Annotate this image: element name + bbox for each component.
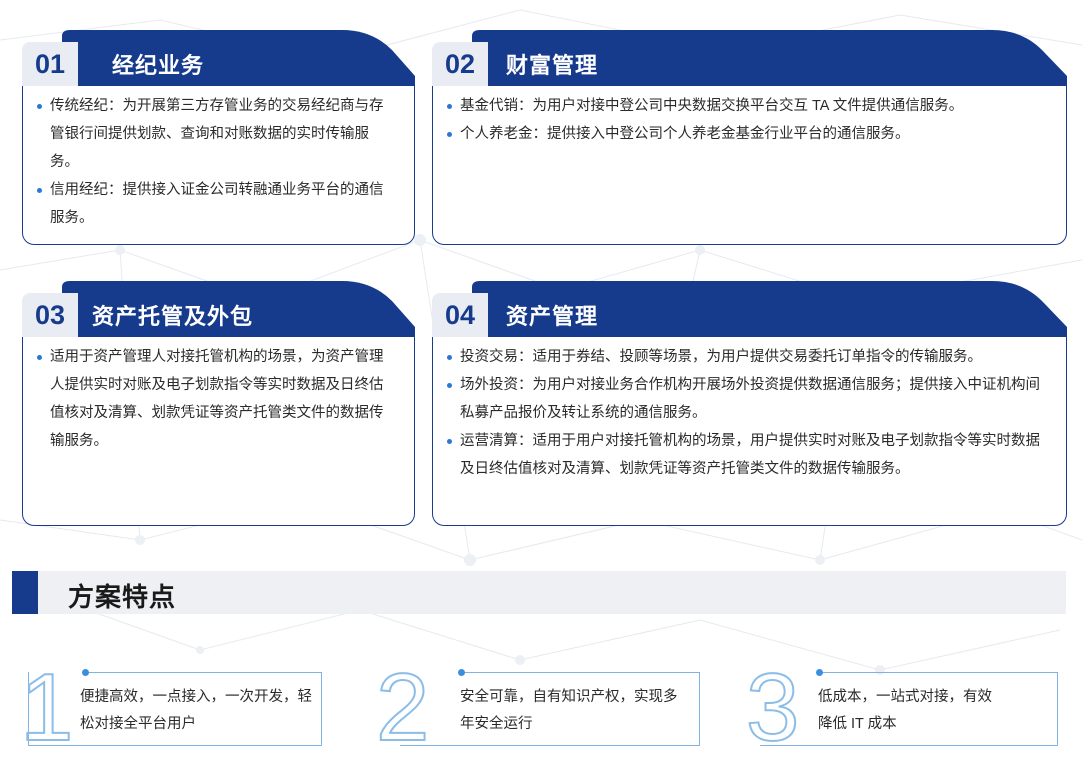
card-number: 02 xyxy=(432,42,488,86)
card-asset-custody: 03 资产托管及外包 适用于资产管理人对接托管机构的场景，为资产管理人提供实时对… xyxy=(22,281,415,526)
section-accent-bar xyxy=(12,571,38,614)
list-item: 个人养老金：提供接入中登公司个人养老金基金行业平台的通信服务。 xyxy=(446,120,1049,148)
card-number: 01 xyxy=(22,42,78,86)
feature-text: 便捷高效，一点接入，一次开发，轻松对接全平台用户 xyxy=(80,689,312,732)
card-item-list: 适用于资产管理人对接托管机构的场景，为资产管理人提供实时对账及电子划款指令等实时… xyxy=(36,343,397,455)
list-item: 传统经纪：为开展第三方存管业务的交易经纪商与存管银行间提供划款、查询和对账数据的… xyxy=(36,92,397,176)
card-item-list: 传统经纪：为开展第三方存管业务的交易经纪商与存管银行间提供划款、查询和对账数据的… xyxy=(36,92,397,232)
card-header: 01 经纪业务 xyxy=(22,30,415,86)
card-wealth-management: 02 财富管理 基金代销：为用户对接中登公司中央数据交换平台交互 TA 文件提供… xyxy=(432,30,1067,245)
list-item: 信用经纪：提供接入证金公司转融通业务平台的通信服务。 xyxy=(36,176,397,232)
card-header: 02 财富管理 xyxy=(432,30,1067,86)
card-number: 03 xyxy=(22,293,78,337)
section-header: 方案特点 xyxy=(12,571,1066,614)
card-asset-management: 04 资产管理 投资交易：适用于券结、投顾等场景，为用户提供交易委托订单指令的传… xyxy=(432,281,1067,526)
feature-text: 安全可靠，自有知识产权，实现多年安全运行 xyxy=(460,689,678,732)
feature-dot xyxy=(816,669,823,676)
card-item-list: 投资交易：适用于券结、投顾等场景，为用户提供交易委托订单指令的传输服务。 场外投… xyxy=(446,343,1049,483)
feature-top-line xyxy=(84,672,322,673)
card-item-list: 基金代销：为用户对接中登公司中央数据交换平台交互 TA 文件提供通信服务。 个人… xyxy=(446,92,1049,148)
card-title: 资产托管及外包 xyxy=(92,304,254,329)
feature-dot xyxy=(82,669,89,676)
card-header: 03 资产托管及外包 xyxy=(22,281,415,337)
feature-number: 1 xyxy=(19,654,74,761)
feature-item: 1 便捷高效，一点接入，一次开发，轻松对接全平台用户 xyxy=(19,659,322,757)
feature-number: 3 xyxy=(745,654,800,761)
feature-top-line xyxy=(818,672,1058,673)
feature-number: 2 xyxy=(375,654,430,761)
feature-item: 3 低成本，一站式对接，有效降低 IT 成本 xyxy=(745,659,1058,757)
card-header: 04 资产管理 xyxy=(432,281,1067,337)
card-brokerage: 01 经纪业务 传统经纪：为开展第三方存管业务的交易经纪商与存管银行间提供划款、… xyxy=(22,30,415,245)
feature-text: 低成本，一站式对接，有效降低 IT 成本 xyxy=(818,689,992,732)
section-title: 方案特点 xyxy=(68,582,177,612)
list-item: 场外投资：为用户对接业务合作机构开展场外投资提供数据通信服务；提供接入中证机构间… xyxy=(446,371,1049,427)
feature-dot xyxy=(458,669,465,676)
list-item: 适用于资产管理人对接托管机构的场景，为资产管理人提供实时对账及电子划款指令等实时… xyxy=(36,343,397,455)
feature-top-line xyxy=(460,672,700,673)
card-title: 经纪业务 xyxy=(112,53,205,78)
list-item: 投资交易：适用于券结、投顾等场景，为用户提供交易委托订单指令的传输服务。 xyxy=(446,343,1049,371)
card-number: 04 xyxy=(432,293,488,337)
card-title: 资产管理 xyxy=(506,304,599,329)
card-title: 财富管理 xyxy=(506,53,599,78)
card-header-shape xyxy=(62,30,415,86)
list-item: 基金代销：为用户对接中登公司中央数据交换平台交互 TA 文件提供通信服务。 xyxy=(446,92,1049,120)
list-item: 运营清算：适用于用户对接托管机构的场景，用户提供实时对账及电子划款指令等实时数据… xyxy=(446,427,1049,483)
feature-item: 2 安全可靠，自有知识产权，实现多年安全运行 xyxy=(375,659,700,757)
